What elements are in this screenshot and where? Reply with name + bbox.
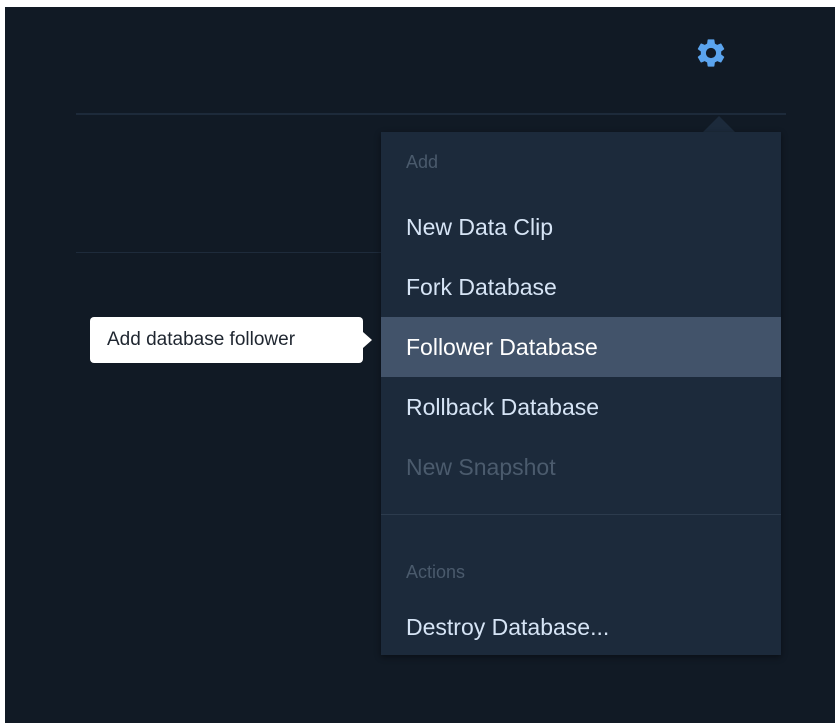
menu-header-actions: Actions bbox=[406, 562, 466, 582]
app-panel: Add New Data Clip Fork Database Follower… bbox=[5, 7, 835, 723]
menu-separator bbox=[381, 514, 781, 515]
menu-item-new-data-clip[interactable]: New Data Clip bbox=[381, 197, 781, 257]
menu-item-rollback-database[interactable]: Rollback Database bbox=[381, 377, 781, 437]
tooltip: Add database follower bbox=[90, 317, 363, 363]
tooltip-arrow bbox=[363, 332, 372, 348]
gear-dropdown-menu: Add New Data Clip Fork Database Follower… bbox=[381, 132, 781, 655]
menu-item-follower-database[interactable]: Follower Database bbox=[381, 317, 781, 377]
menu-header-add: Add bbox=[406, 152, 439, 172]
menu-caret bbox=[703, 116, 735, 132]
settings-gear-button[interactable] bbox=[693, 35, 729, 71]
section-divider bbox=[76, 113, 786, 115]
menu-item-destroy-database[interactable]: Destroy Database... bbox=[381, 597, 781, 657]
menu-item-new-snapshot: New Snapshot bbox=[406, 454, 556, 480]
row-divider bbox=[76, 252, 386, 253]
menu-item-fork-database[interactable]: Fork Database bbox=[381, 257, 781, 317]
gear-icon bbox=[697, 39, 725, 67]
